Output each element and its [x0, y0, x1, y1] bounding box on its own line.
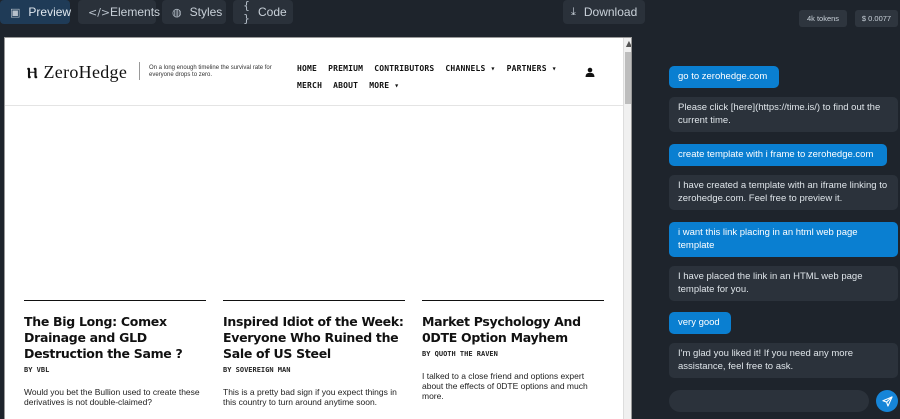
nav-home[interactable]: HOME [297, 64, 317, 73]
article-card[interactable]: Market Psychology And 0DTE Option Mayhem… [422, 300, 604, 401]
chat-input[interactable] [669, 390, 869, 412]
article-excerpt: Would you bet the Bullion used to create… [24, 387, 200, 407]
nav-more[interactable]: MORE ▾ [369, 81, 399, 90]
logo-mark-icon: Ⲏ [27, 63, 38, 82]
scroll-thumb[interactable] [625, 52, 631, 104]
chat-message-bot: Please click [here](https://time.is/) to… [669, 97, 898, 132]
tab-label: Preview [28, 5, 72, 19]
chat-message-user: very good [669, 312, 731, 334]
nav-contributors[interactable]: CONTRIBUTORS [374, 64, 434, 73]
logo-text: ZeroHedge [43, 62, 128, 82]
nav-channels[interactable]: CHANNELS ▾ [445, 64, 495, 73]
chat-message-user: i want this link placing in an html web … [669, 222, 898, 257]
code-icon: </> [88, 5, 111, 19]
download-button[interactable]: ⤓ Download [563, 0, 645, 24]
toolbar: ▣ Preview </> Elements ◍ Styles { } Code… [0, 0, 645, 30]
article-card[interactable]: The Big Long: Comex Drainage and GLD Des… [24, 300, 206, 407]
download-icon: ⤓ [571, 5, 576, 18]
chat-panel: 4k tokens $ 0.0077 go to zerohedge.com P… [660, 0, 900, 419]
tab-label: Code [258, 5, 287, 19]
article-excerpt: I talked to a close friend and options e… [422, 371, 588, 401]
cost-badge: $ 0.0077 [855, 10, 898, 27]
send-button[interactable] [876, 390, 898, 412]
logo-divider [139, 62, 140, 80]
article-card[interactable]: Inspired Idiot of the Week: Everyone Who… [223, 300, 405, 407]
article-title[interactable]: Market Psychology And 0DTE Option Mayhem [422, 314, 604, 346]
token-count-badge: 4k tokens [799, 10, 847, 27]
article-title[interactable]: The Big Long: Comex Drainage and GLD Des… [24, 314, 206, 362]
scroll-up-icon[interactable]: ▲ [624, 38, 631, 50]
tab-elements[interactable]: </> Elements [78, 0, 160, 24]
chat-message-user: go to zerohedge.com [669, 66, 779, 88]
site-logo[interactable]: Ⲏ ZeroHedge [27, 62, 127, 83]
tab-styles[interactable]: ◍ Styles [162, 0, 226, 24]
nav-partners[interactable]: PARTNERS ▾ [507, 64, 557, 73]
braces-icon: { } [243, 0, 250, 25]
nav-merch[interactable]: MERCH [297, 81, 322, 90]
chat-message-user: create template with i frame to zerohedg… [669, 144, 887, 166]
user-icon[interactable] [585, 67, 595, 77]
palette-icon: ◍ [172, 5, 182, 19]
article-byline: BY SOVEREIGN MAN [223, 366, 291, 374]
article-title[interactable]: Inspired Idiot of the Week: Everyone Who… [223, 314, 405, 362]
download-label: Download [583, 5, 638, 19]
tab-code[interactable]: { } Code [233, 0, 293, 25]
main-nav: HOME PREMIUM CONTRIBUTORS CHANNELS ▾ PAR… [297, 60, 577, 94]
nav-premium[interactable]: PREMIUM [328, 64, 363, 73]
article-excerpt: This is a pretty bad sign if you expect … [223, 387, 397, 407]
tab-label: Styles [189, 5, 223, 19]
site-tagline: On a long enough timeline the survival r… [149, 65, 272, 78]
nav-about[interactable]: ABOUT [333, 81, 358, 90]
article-byline: BY VBL [24, 366, 50, 374]
image-icon: ▣ [10, 5, 21, 19]
chat-message-bot: I'm glad you liked it! If you need any m… [669, 343, 898, 378]
send-icon [881, 395, 893, 407]
site-header: Ⲏ ZeroHedge On a long enough timeline th… [5, 38, 623, 106]
preview-scrollbar[interactable]: ▲ [623, 38, 631, 419]
tab-label: Elements [110, 5, 161, 19]
chat-message-bot: I have created a template with an iframe… [669, 175, 898, 210]
tab-preview[interactable]: ▣ Preview [0, 0, 72, 24]
article-byline: BY QUOTH THE RAVEN [422, 350, 498, 358]
preview-iframe[interactable]: Ⲏ ZeroHedge On a long enough timeline th… [4, 37, 632, 419]
chat-message-bot: I have placed the link in an HTML web pa… [669, 266, 898, 301]
